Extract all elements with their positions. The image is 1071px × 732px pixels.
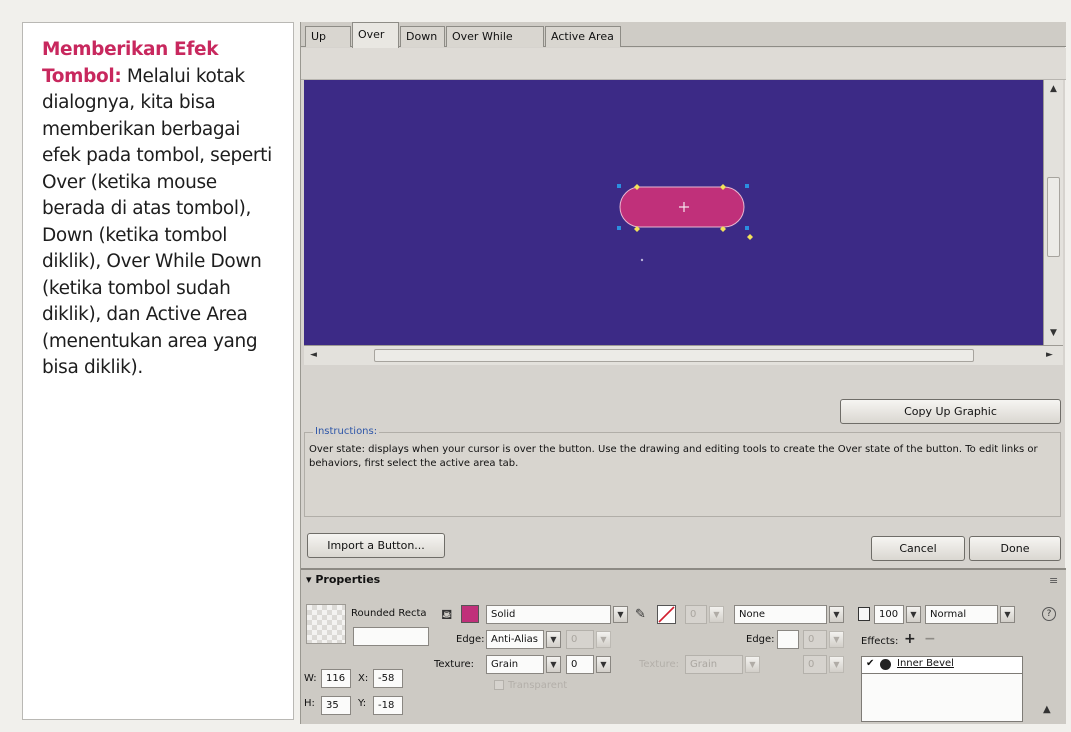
tab-up[interactable]: Up	[305, 26, 351, 47]
stage-dot	[640, 258, 644, 262]
stroke-size-dropdown-icon: ▼	[709, 606, 724, 623]
opacity-dropdown-icon[interactable]: ▼	[906, 606, 921, 623]
collapse-panel-icon[interactable]: ▲	[1043, 704, 1051, 715]
instructions-text: Over state: displays when your cursor is…	[309, 444, 1038, 469]
fill-color-swatch[interactable]	[461, 605, 479, 623]
effect-info-icon[interactable]	[880, 659, 891, 670]
stroke-type-dropdown-icon[interactable]: ▼	[829, 606, 844, 623]
fill-bucket-icon: ⛾	[441, 607, 453, 623]
stroke-edge-dropdown-icon: ▼	[829, 631, 844, 648]
effects-label: Effects:	[861, 636, 899, 647]
blend-mode-dropdown-icon[interactable]: ▼	[1000, 606, 1015, 623]
remove-effect-icon[interactable]: −	[924, 631, 936, 647]
y-label: Y:	[358, 698, 367, 709]
scroll-left-icon[interactable]: ◄	[306, 348, 321, 363]
horizontal-scrollbar[interactable]: ◄ ►	[304, 345, 1063, 365]
add-effect-icon[interactable]: +	[904, 631, 916, 647]
stroke-edge-field[interactable]	[777, 630, 799, 649]
x-label: X:	[358, 673, 369, 684]
fill-texture-amount[interactable]: 0	[566, 655, 594, 674]
height-field[interactable]: 35	[321, 696, 351, 715]
caption-box: Memberikan Efek Tombol: Melalui kotak di…	[22, 22, 294, 720]
canvas-stage[interactable]	[304, 80, 1043, 345]
transparent-checkbox[interactable]	[494, 680, 504, 690]
vertical-scroll-thumb[interactable]	[1047, 177, 1060, 257]
effect-row[interactable]: ✔ Inner Bevel	[862, 657, 1022, 674]
properties-title: Properties	[315, 573, 381, 586]
fill-edge-label: Edge:	[456, 634, 485, 645]
fill-texture-amount-dropdown-icon[interactable]: ▼	[596, 656, 611, 673]
effect-enabled-check-icon[interactable]: ✔	[866, 658, 874, 669]
x-field[interactable]: -58	[373, 669, 403, 688]
stroke-texture-amount: 0	[803, 655, 827, 674]
properties-panel: ▾ Properties ≡ Rounded Recta W: 116 X: -…	[301, 568, 1066, 724]
y-field[interactable]: -18	[373, 696, 403, 715]
effect-name: Inner Bevel	[897, 658, 954, 669]
horizontal-scroll-thumb[interactable]	[374, 349, 974, 362]
stroke-texture-label: Texture:	[639, 659, 679, 670]
selection-handle	[617, 226, 621, 230]
tab-over-while-down[interactable]: Over While Down	[446, 26, 544, 62]
help-icon[interactable]: ?	[1042, 607, 1056, 621]
opacity-icon	[858, 607, 870, 621]
state-tabs: Up Over Down Over While Down Active Area	[301, 22, 1066, 62]
done-button[interactable]: Done	[969, 536, 1061, 561]
scroll-right-icon[interactable]: ►	[1042, 348, 1057, 363]
scroll-up-icon[interactable]: ▲	[1046, 82, 1061, 97]
editor-toolstrip	[301, 48, 1066, 80]
stroke-type-select[interactable]: None	[734, 605, 827, 624]
caption-text: Memberikan Efek Tombol: Melalui kotak di…	[42, 37, 283, 382]
shape-type-label: Rounded Recta	[351, 608, 427, 619]
tab-down[interactable]: Down	[400, 26, 445, 47]
stroke-color-swatch[interactable]	[657, 605, 677, 625]
width-label: W:	[304, 673, 317, 684]
canvas-drawing	[304, 80, 1043, 345]
selection-handle	[745, 226, 749, 230]
transparent-label: Transparent	[508, 680, 568, 691]
scroll-down-icon[interactable]: ▼	[1046, 326, 1061, 341]
vertical-scrollbar[interactable]: ▲ ▼	[1043, 80, 1063, 345]
selection-handle	[745, 184, 749, 188]
effects-list: ✔ Inner Bevel	[861, 656, 1023, 722]
width-field[interactable]: 116	[321, 669, 351, 688]
shape-thumbnail	[306, 604, 346, 644]
cancel-button[interactable]: Cancel	[871, 536, 965, 561]
instructions-label: Instructions:	[313, 426, 380, 437]
stroke-texture-select: Grain	[685, 655, 743, 674]
fill-texture-select[interactable]: Grain	[486, 655, 544, 674]
fill-texture-label: Texture:	[434, 659, 474, 670]
stroke-texture-dropdown-icon: ▼	[745, 656, 760, 673]
pencil-icon: ✎	[635, 607, 646, 622]
shape-name-field[interactable]	[353, 627, 429, 646]
fill-edge-dropdown-icon[interactable]: ▼	[546, 631, 561, 648]
fill-type-select[interactable]: Solid	[486, 605, 611, 624]
fill-edge-select[interactable]: Anti-Alias	[486, 630, 544, 649]
tab-over[interactable]: Over	[352, 22, 399, 48]
blend-mode-select[interactable]: Normal	[925, 605, 998, 624]
fill-texture-dropdown-icon[interactable]: ▼	[546, 656, 561, 673]
button-editor-dialog: Up Over Down Over While Down Active Area	[300, 22, 1066, 724]
fill-edge-amount-dropdown-icon: ▼	[596, 631, 611, 648]
import-button[interactable]: Import a Button...	[307, 533, 445, 558]
selection-handle	[617, 184, 621, 188]
properties-header[interactable]: ▾ Properties	[306, 573, 380, 586]
panel-menu-icon[interactable]: ≡	[1049, 574, 1058, 587]
height-label: H:	[304, 698, 315, 709]
copy-up-graphic-button[interactable]: Copy Up Graphic	[840, 399, 1061, 424]
fill-edge-amount: 0	[566, 630, 594, 649]
opacity-field[interactable]: 100	[874, 605, 904, 624]
magazine-page: Memberikan Efek Tombol: Melalui kotak di…	[0, 0, 1071, 732]
stroke-edge-label: Edge:	[746, 634, 775, 645]
stroke-edge-amount: 0	[803, 630, 827, 649]
caption-body: Melalui kotak dialognya, kita bisa membe…	[42, 65, 272, 379]
fill-type-dropdown-icon[interactable]: ▼	[613, 606, 628, 623]
stroke-size-field: 0	[685, 605, 707, 624]
tab-active-area[interactable]: Active Area	[545, 26, 621, 47]
stroke-texture-amount-dropdown-icon: ▼	[829, 656, 844, 673]
